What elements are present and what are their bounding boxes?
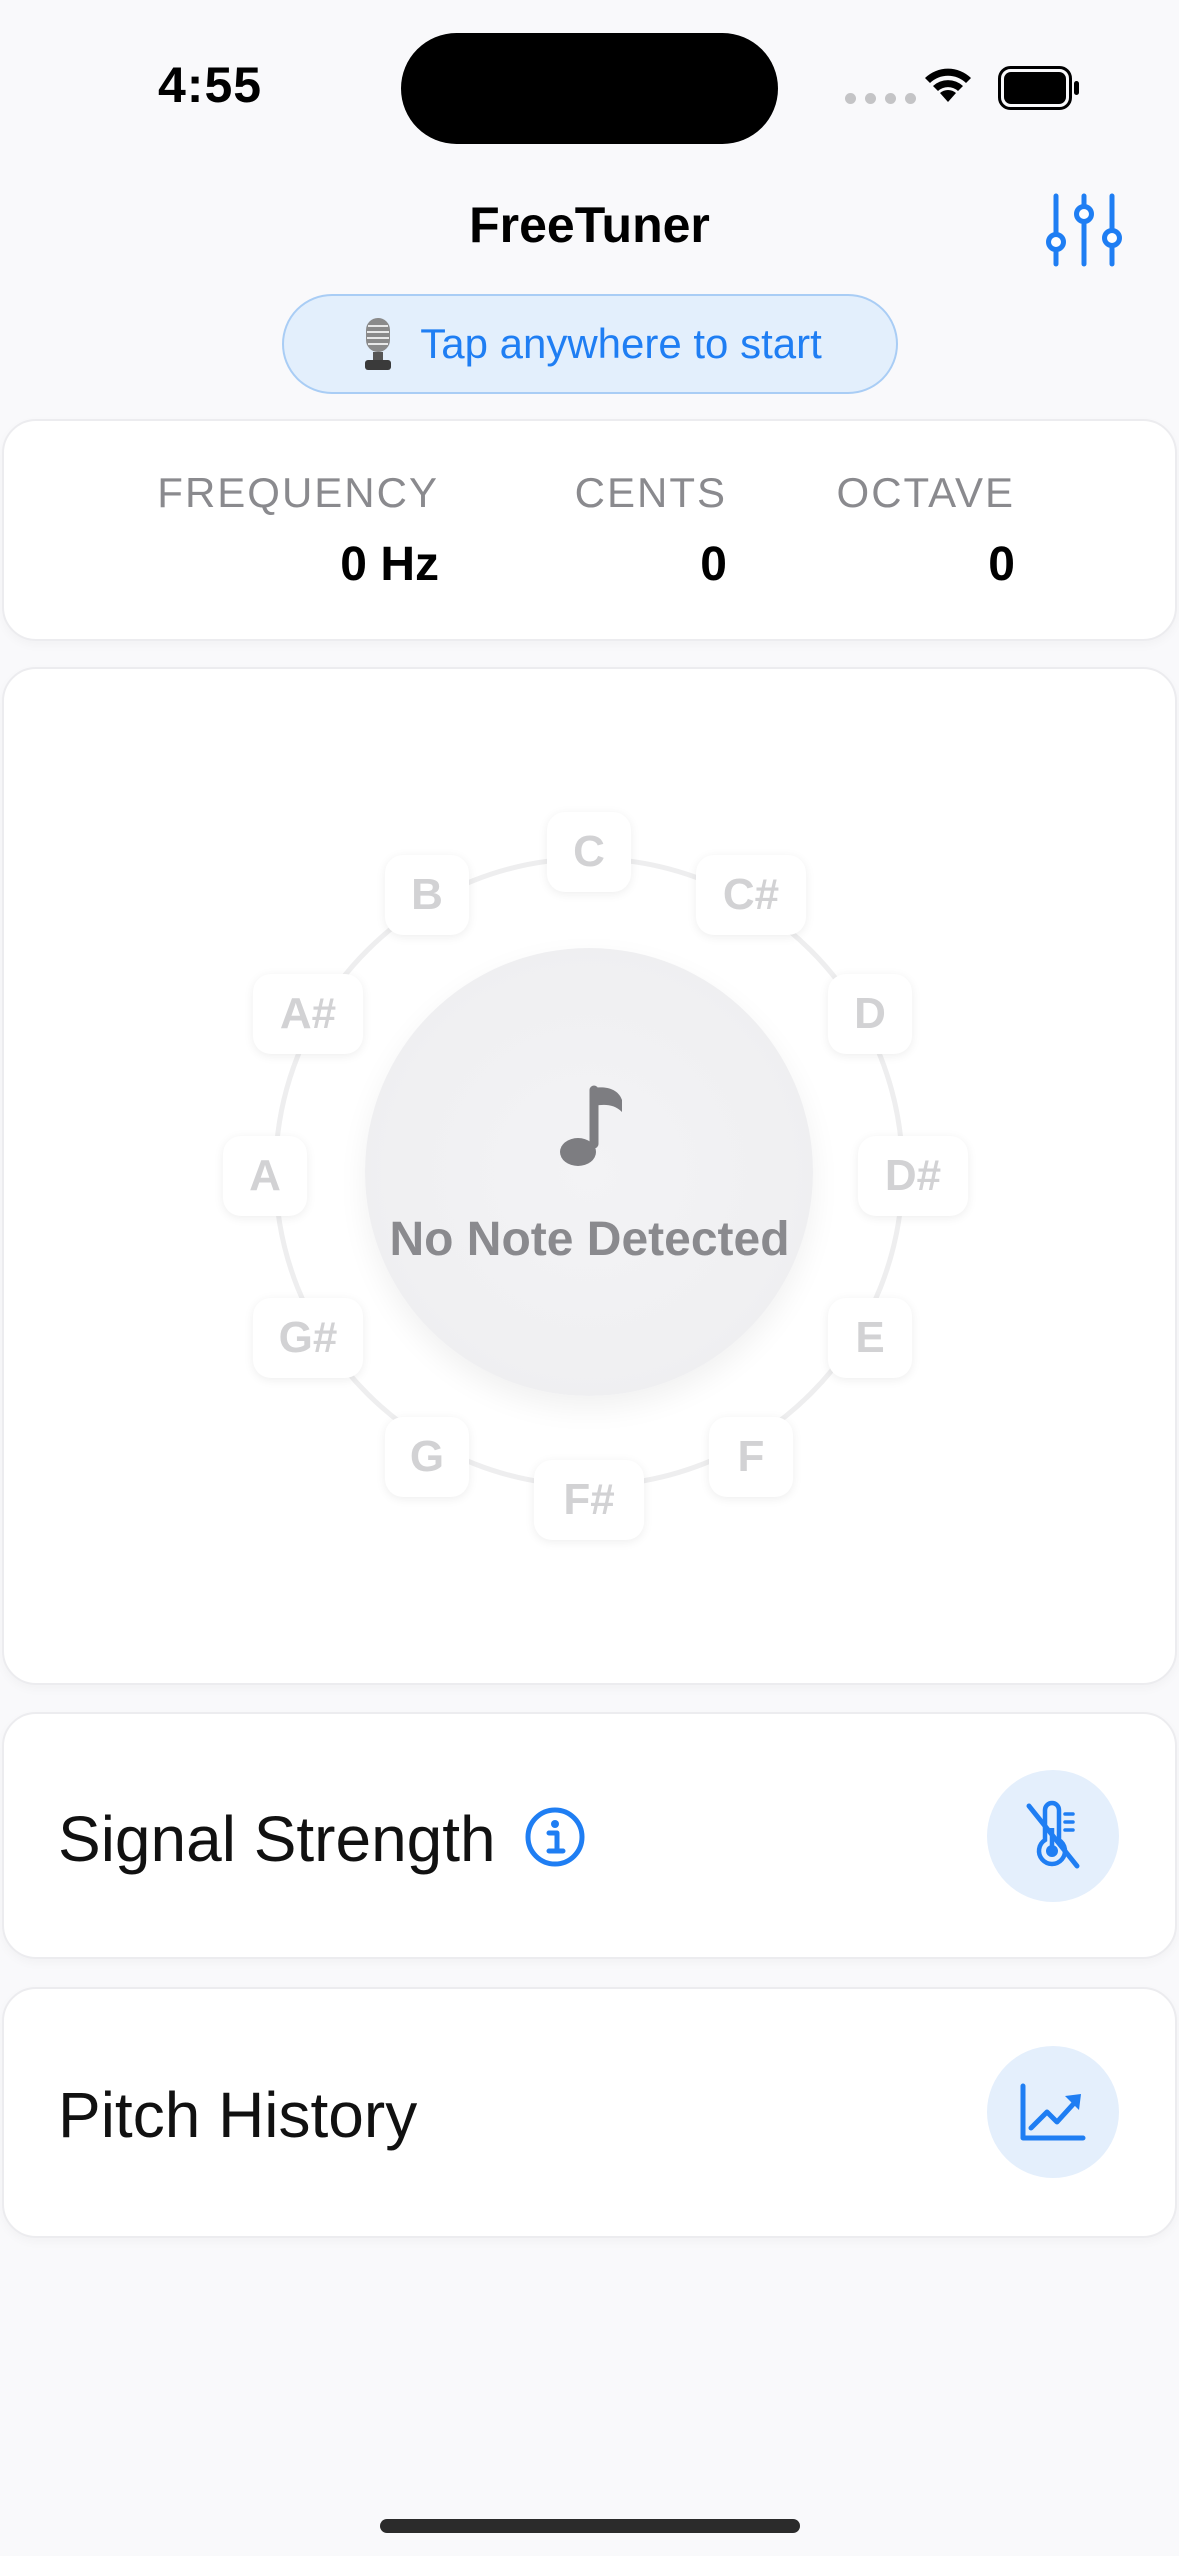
settings-button[interactable] xyxy=(1044,190,1124,270)
note-chip-a: A xyxy=(223,1136,307,1216)
readout-label: OCTAVE xyxy=(836,469,1015,516)
cellular-signal-icon xyxy=(845,93,916,104)
readout-label: CENTS xyxy=(574,469,727,516)
note-chip-f-sharp: F# xyxy=(534,1460,644,1540)
note-chip-c-sharp: C# xyxy=(696,855,806,935)
note-chip-a-sharp: A# xyxy=(253,974,363,1054)
thermometer-slash-icon xyxy=(1026,1800,1080,1869)
readout-label: FREQUENCY xyxy=(157,469,439,516)
note-chip-b: B xyxy=(385,855,469,935)
note-chip-g: G xyxy=(385,1417,469,1497)
readout-value: 0 xyxy=(700,538,727,591)
note-chip-e: E xyxy=(828,1298,912,1378)
note-chip-f: F xyxy=(709,1417,793,1497)
pitch-history-chart-button[interactable] xyxy=(987,2046,1119,2178)
music-note-icon xyxy=(560,1085,622,1166)
signal-strength-title: Signal Strength xyxy=(58,1803,496,1875)
battery-icon xyxy=(998,66,1079,110)
sliders-icon xyxy=(1046,193,1122,267)
pitch-history-title: Pitch History xyxy=(58,2079,418,2151)
readout-value: 0 xyxy=(988,538,1015,591)
chart-trend-icon xyxy=(1020,2083,1086,2141)
readout-card: FREQUENCY 0 Hz CENTS 0 OCTAVE 0 xyxy=(2,419,1177,641)
wifi-icon xyxy=(925,68,971,102)
readout-value: 0 Hz xyxy=(340,538,439,591)
note-status-label: No Note Detected xyxy=(389,1213,790,1266)
note-chip-d-sharp: D# xyxy=(858,1136,968,1216)
status-time: 4:55 xyxy=(158,57,263,113)
note-display-circle xyxy=(365,948,813,1396)
home-indicator[interactable] xyxy=(380,2519,800,2533)
start-prompt-label: Tap anywhere to start xyxy=(420,320,822,367)
signal-strength-toggle-button[interactable] xyxy=(987,1770,1119,1902)
info-icon[interactable] xyxy=(524,1806,586,1868)
app-screen[interactable]: 4:55 FreeTuner Tap anywhere to start FRE… xyxy=(0,0,1179,2556)
note-chip-d: D xyxy=(828,974,912,1054)
frequency-readout: FREQUENCY 0 Hz xyxy=(157,469,439,592)
tap-to-start-banner[interactable]: Tap anywhere to start xyxy=(282,294,898,394)
cents-readout: CENTS 0 xyxy=(575,469,727,592)
octave-readout: OCTAVE 0 xyxy=(837,469,1015,592)
microphone-icon xyxy=(365,318,392,370)
note-chip-c: C xyxy=(547,812,631,892)
dynamic-island xyxy=(401,33,778,144)
note-chip-g-sharp: G# xyxy=(253,1298,363,1378)
app-title: FreeTuner xyxy=(469,197,710,253)
